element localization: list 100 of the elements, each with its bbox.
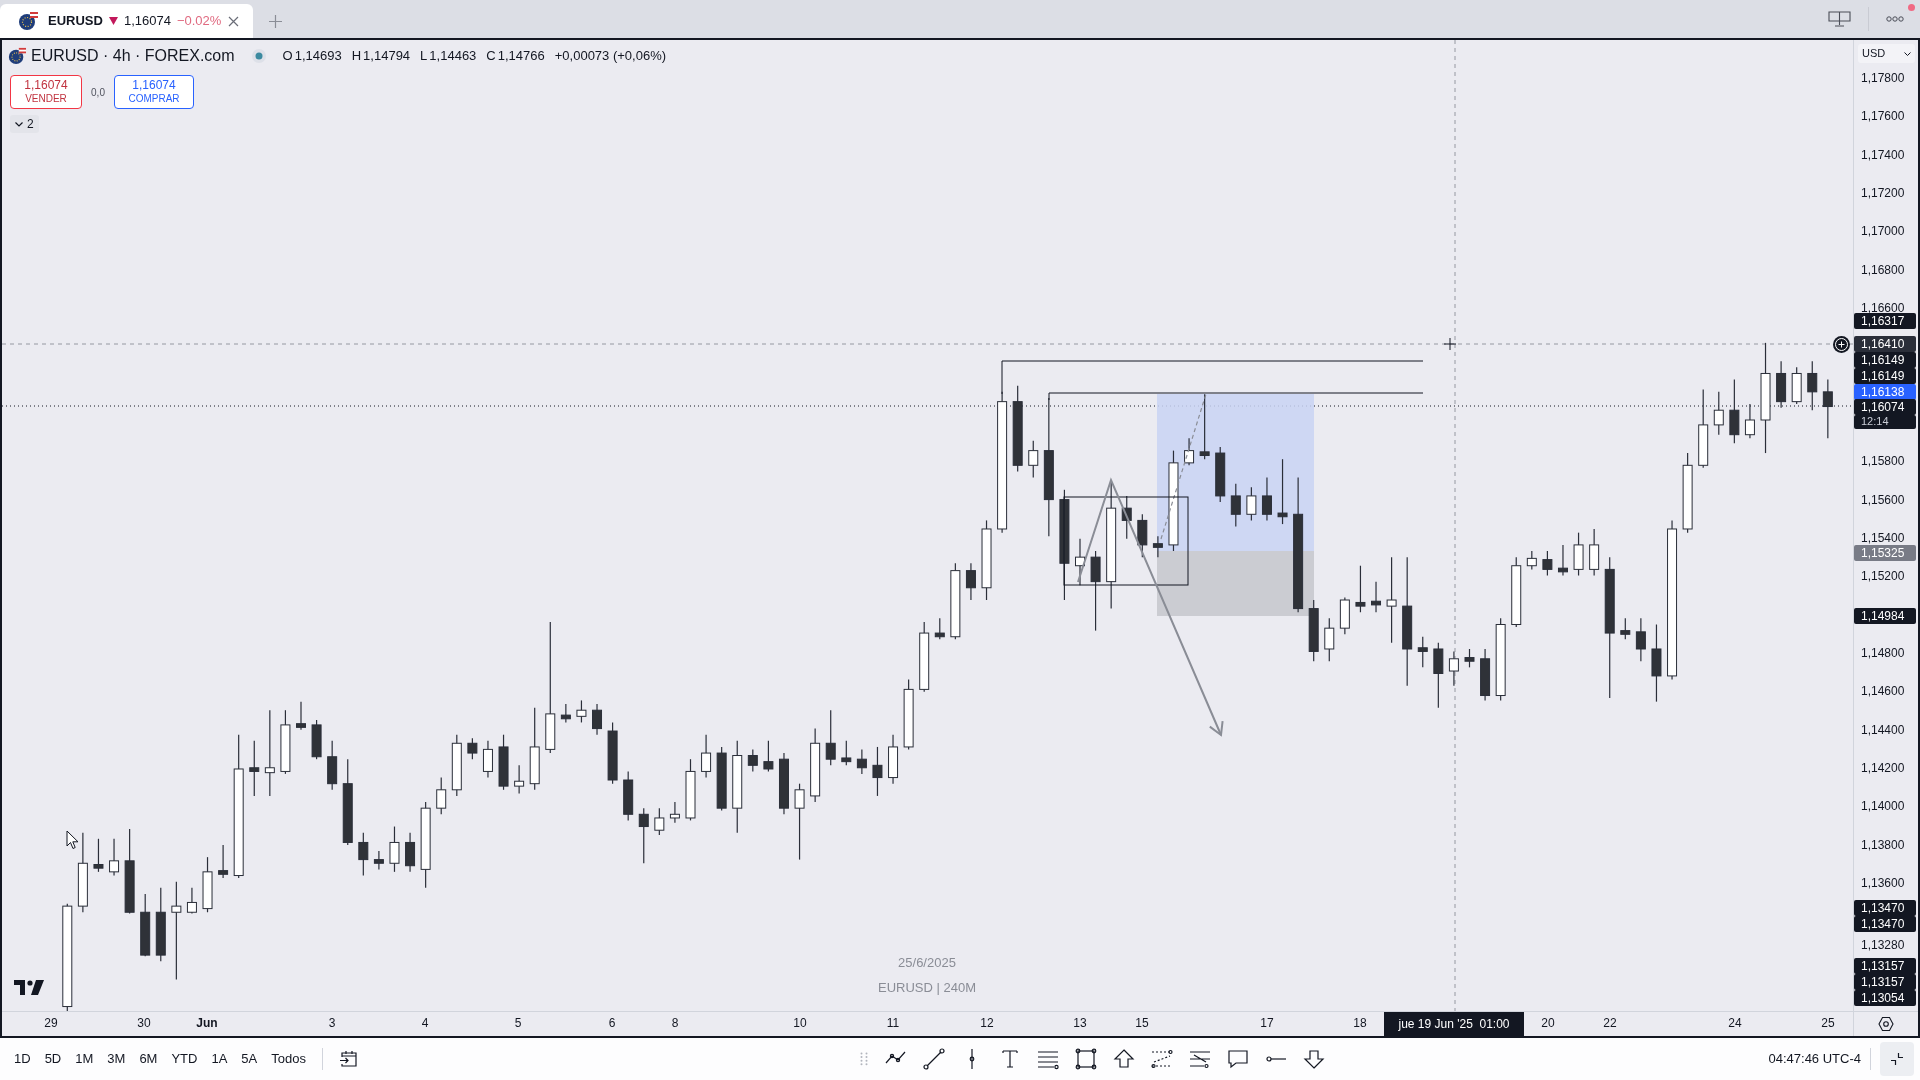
collapse-icon <box>1890 1052 1904 1066</box>
plus-icon <box>268 14 282 28</box>
price-label: 1,13470 <box>1854 900 1916 916</box>
time-label: 17 <box>1260 1016 1274 1030</box>
price-label: 1,13157 <box>1854 974 1916 990</box>
drag-handle-icon[interactable] <box>860 1052 868 1066</box>
time-label: 8 <box>671 1016 679 1030</box>
tab-symbol: EURUSD <box>48 12 103 31</box>
arrow-down-icon[interactable] <box>1302 1047 1326 1071</box>
chevron-down-icon <box>15 121 23 127</box>
calendar-icon <box>338 1049 359 1069</box>
price-tick-label: 1,16800 <box>1861 262 1905 277</box>
ohlc-value: H 1,14794 <box>351 47 411 66</box>
price-tick-label: 1,14400 <box>1861 722 1905 737</box>
range-button[interactable]: 5A <box>241 1049 258 1069</box>
line-tool-icon[interactable] <box>922 1047 946 1071</box>
range-button[interactable]: 1D <box>14 1049 31 1069</box>
price-tick-label: 1,14000 <box>1861 799 1905 814</box>
price-label: 1,16410 <box>1854 336 1916 352</box>
ohlc-value: L 1,14463 <box>420 47 477 66</box>
chart-tab[interactable]: EURUSD 1,16074 −0.02% <box>0 4 253 38</box>
time-label: 4 <box>421 1016 429 1030</box>
flag-icon <box>18 11 38 31</box>
monitor-icon <box>1827 11 1851 27</box>
range-button[interactable]: Todos <box>271 1049 306 1069</box>
price-tick-label: 1,17000 <box>1861 224 1905 239</box>
price-label: 1,13157 <box>1854 958 1916 974</box>
symbol-title[interactable]: EURUSD · 4h · FOREX.com <box>31 44 235 68</box>
clock-label[interactable]: 04:47:46 UTC-4 <box>1768 1049 1861 1069</box>
price-tick-label: 1,15800 <box>1861 454 1905 469</box>
tab-price: 1,16074 <box>123 12 171 31</box>
tab-change: −0.02% <box>176 12 222 31</box>
price-tick-label: 1,15400 <box>1861 530 1905 545</box>
comment-icon[interactable] <box>1226 1047 1250 1071</box>
change-value: +0,00073 (+0,06%) <box>554 47 667 66</box>
price-label: 1,15325 <box>1854 545 1916 561</box>
price-tick-label: 1,14200 <box>1861 760 1905 775</box>
chevron-down-icon <box>1904 51 1911 56</box>
settings-icon[interactable] <box>1878 1016 1894 1032</box>
price-tick-label: 1,14600 <box>1861 684 1905 699</box>
price-tick-label: 1,14800 <box>1861 645 1905 660</box>
range-button[interactable]: 1A <box>211 1049 228 1069</box>
price-label: 1,14984 <box>1854 608 1916 624</box>
range-button[interactable]: 3M <box>107 1049 126 1069</box>
time-label: 24 <box>1728 1016 1742 1030</box>
time-label: 30 <box>137 1016 151 1030</box>
crosshair-time-label: jue 19 Jun '25 01:00 <box>1384 1012 1524 1036</box>
price-tick-label: 1,17800 <box>1861 71 1905 85</box>
price-tick-label: 1,17600 <box>1861 109 1905 124</box>
plus-circle-icon[interactable] <box>1833 336 1850 353</box>
price-label: 1,16074 <box>1854 399 1916 415</box>
time-label: 20 <box>1541 1016 1555 1030</box>
range-button[interactable]: 1M <box>75 1049 94 1069</box>
time-label: 11 <box>886 1016 900 1030</box>
price-tick-label: 1,13800 <box>1861 837 1905 852</box>
price-tick-label: 1,16600 <box>1861 300 1905 315</box>
time-label: 18 <box>1353 1016 1367 1030</box>
price-label: 1,13280 <box>1860 937 1906 953</box>
time-label: 6 <box>608 1016 616 1030</box>
time-label: Jun <box>196 1016 218 1030</box>
logo-icon <box>14 980 44 995</box>
ohlc-value: C 1,14766 <box>486 47 545 66</box>
arrow-up-icon[interactable] <box>1112 1047 1136 1071</box>
currency-select[interactable]: USD <box>1858 44 1915 63</box>
price-label: 1,16317 <box>1854 313 1916 329</box>
time-label: 10 <box>793 1016 807 1030</box>
price-label: 1,16149 <box>1854 368 1916 384</box>
more-icon <box>1886 16 1904 22</box>
ohlc-value: O 1,14693 <box>282 47 342 66</box>
price-label: 1,13470 <box>1854 916 1916 932</box>
flag-icon <box>8 47 26 65</box>
channel-icon[interactable] <box>1150 1047 1174 1071</box>
range-button[interactable]: YTD <box>171 1049 198 1069</box>
sell-button[interactable]: 1,16074 VENDER <box>10 75 82 109</box>
rectangle-icon[interactable] <box>1074 1047 1098 1071</box>
time-label: 12 <box>980 1016 994 1030</box>
spread-value: 0,0 <box>90 85 106 100</box>
price-tick-label: 1,17400 <box>1861 147 1905 162</box>
price-label: 1,16138 <box>1854 384 1916 400</box>
price-label: 1,16149 <box>1854 352 1916 368</box>
price-tick-label: 1,17200 <box>1861 186 1905 200</box>
range-button[interactable]: 6M <box>139 1049 158 1069</box>
indicators-toggle[interactable]: 2 <box>10 115 39 133</box>
countdown-label: 12:14 <box>1854 415 1916 429</box>
status-dot-icon <box>251 49 266 63</box>
notification-dot-icon <box>1908 4 1915 11</box>
buy-button[interactable]: 1,16074 COMPRAR <box>114 75 194 109</box>
time-label: 25 <box>1821 1016 1835 1030</box>
price-tick-label: 1,13600 <box>1861 875 1905 890</box>
close-icon[interactable] <box>228 15 239 27</box>
time-label: 5 <box>514 1016 522 1030</box>
time-label: 15 <box>1135 1016 1149 1030</box>
time-label: 13 <box>1073 1016 1087 1030</box>
range-button[interactable]: 5D <box>44 1049 62 1069</box>
time-label: 22 <box>1603 1016 1617 1030</box>
price-label: 1,13054 <box>1854 990 1916 1006</box>
time-label: 29 <box>44 1016 58 1030</box>
price-tick-label: 1,15200 <box>1861 569 1905 584</box>
time-label: 3 <box>328 1016 336 1030</box>
price-tick-label: 1,15600 <box>1861 492 1905 507</box>
